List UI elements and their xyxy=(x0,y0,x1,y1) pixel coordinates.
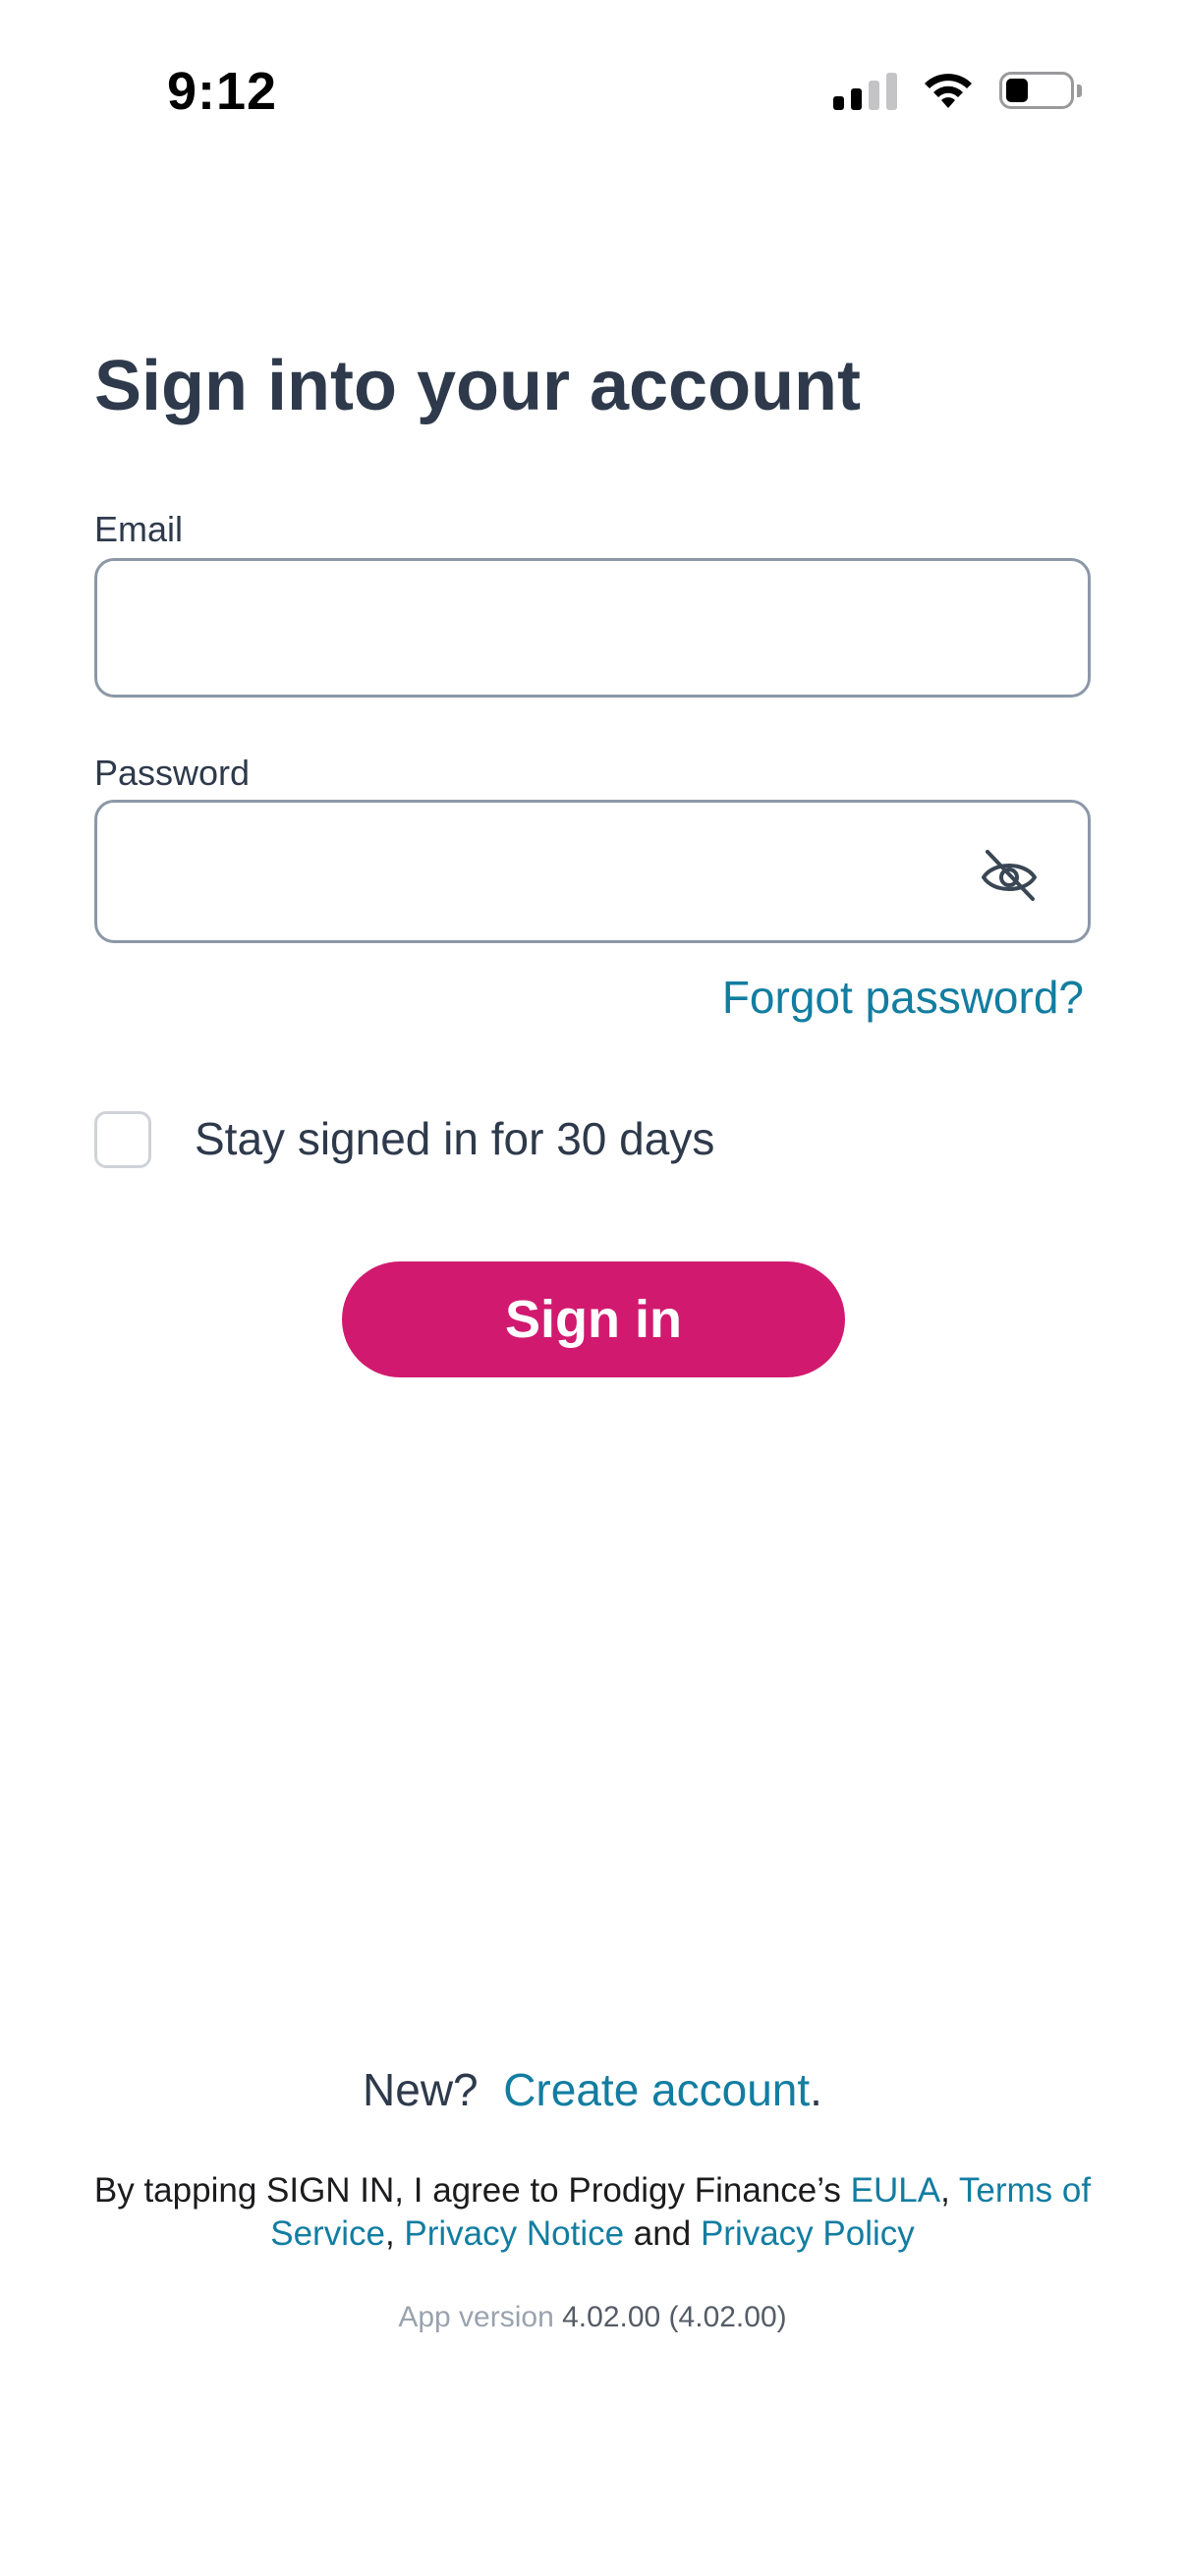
status-time: 9:12 xyxy=(167,62,278,121)
privacy-notice-link[interactable]: Privacy Notice xyxy=(404,2214,624,2253)
page-title: Sign into your account xyxy=(94,347,862,425)
legal-comma: , xyxy=(940,2171,959,2210)
new-text: New? xyxy=(363,2064,479,2115)
legal-comma: , xyxy=(384,2214,405,2253)
sign-in-button[interactable]: Sign in xyxy=(342,1261,845,1377)
period: . xyxy=(810,2064,822,2115)
app-version-value: 4.02.00 (4.02.00) xyxy=(562,2301,787,2333)
app-version-label: App version xyxy=(398,2301,554,2333)
battery-icon xyxy=(999,72,1082,109)
privacy-policy-link[interactable]: Privacy Policy xyxy=(701,2214,915,2253)
email-field[interactable] xyxy=(97,561,1088,695)
password-field[interactable] xyxy=(97,803,1088,940)
legal-prefix: By tapping SIGN IN, I agree to Prodigy F… xyxy=(93,2171,851,2210)
create-account-link[interactable]: Create account xyxy=(503,2064,810,2115)
sign-in-screen: 9:12 Sign into your account Email Passwo… xyxy=(0,0,1185,2576)
eye-slash-icon[interactable] xyxy=(980,848,1039,903)
email-label: Email xyxy=(94,509,184,549)
stay-signed-in-label[interactable]: Stay signed in for 30 days xyxy=(195,1112,714,1165)
new-account-prompt: New? Create account. xyxy=(0,2063,1185,2116)
legal-and: and xyxy=(624,2214,701,2253)
app-version: App version 4.02.00 (4.02.00) xyxy=(0,2301,1185,2334)
password-field-container xyxy=(94,800,1091,943)
eula-link[interactable]: EULA xyxy=(851,2171,940,2210)
cellular-signal-icon xyxy=(833,71,897,110)
status-icons xyxy=(833,71,1082,110)
email-field-container xyxy=(94,558,1091,698)
password-label: Password xyxy=(94,753,251,793)
wifi-icon xyxy=(925,74,972,108)
forgot-password-link[interactable]: Forgot password? xyxy=(722,971,1084,1024)
legal-notice: By tapping SIGN IN, I agree to Prodigy F… xyxy=(79,2169,1106,2256)
stay-signed-in-checkbox[interactable] xyxy=(94,1111,151,1168)
